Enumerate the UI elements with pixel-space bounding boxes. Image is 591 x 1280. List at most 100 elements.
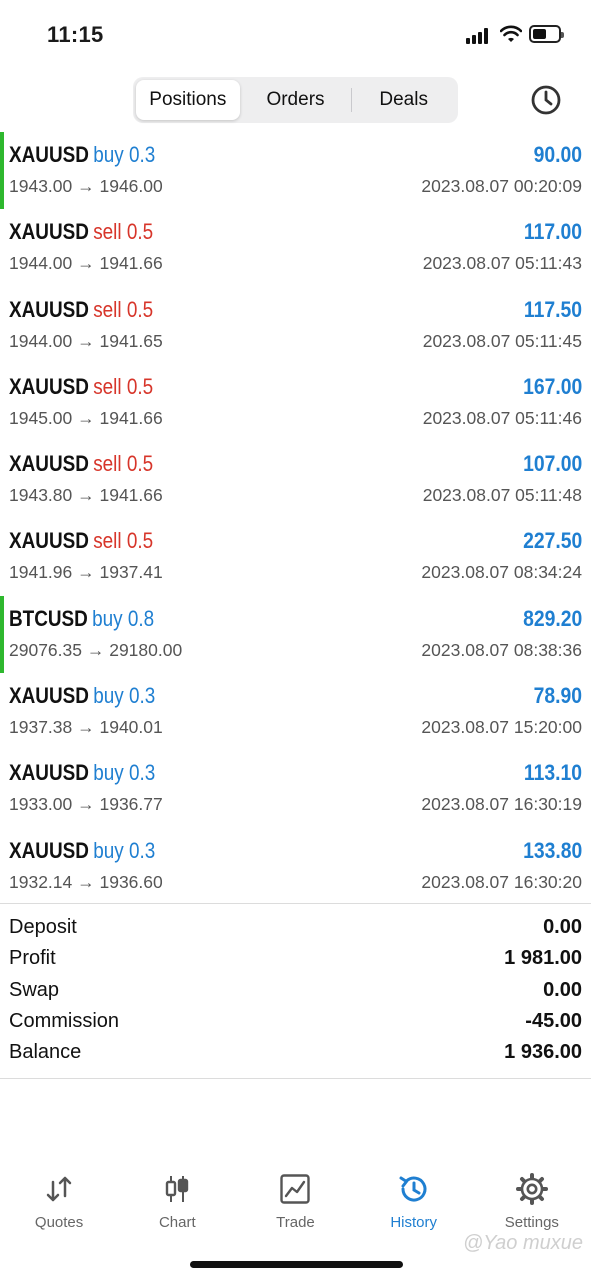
- tab-quotes-label: Quotes: [34, 1214, 84, 1231]
- tab-trade-label: Trade: [276, 1214, 315, 1231]
- tab-history[interactable]: History: [355, 1165, 473, 1235]
- wifi-icon: [500, 25, 522, 42]
- trade-title: XAUUSD sell 0.5: [9, 374, 153, 400]
- trade-profit: 829.20: [522, 605, 582, 631]
- trade-row[interactable]: XAUUSD sell 0.5 1943.80 → 1941.66 107.00 202…: [0, 441, 591, 518]
- tab-quotes[interactable]: Quotes: [0, 1165, 118, 1235]
- summary-label: Swap: [9, 978, 60, 1001]
- trade-row[interactable]: XAUUSD buy 0.3 1933.00 → 1936.77 113.10 2023…: [0, 750, 591, 827]
- history-icon: [399, 1176, 427, 1202]
- tab-trade[interactable]: Trade: [236, 1165, 354, 1235]
- trade-symbol: XAUUSD: [9, 837, 89, 863]
- trade-symbol: BTCUSD: [9, 605, 88, 631]
- trade-prices: 1932.14 → 1936.60: [9, 871, 163, 892]
- tab-orders[interactable]: Orders: [240, 80, 352, 120]
- trade-profit: 227.50: [522, 528, 582, 554]
- trade-side: buy 0.3: [93, 142, 156, 167]
- trade-symbol: XAUUSD: [9, 373, 89, 399]
- trade-row[interactable]: XAUUSD buy 0.3 1943.00 → 1946.00 90.00 2023.…: [0, 132, 591, 209]
- trade-symbol: XAUUSD: [9, 219, 89, 245]
- trade-title: XAUUSD buy 0.3: [9, 683, 155, 709]
- tab-deals[interactable]: Deals: [352, 80, 455, 120]
- trade-side: sell 0.5: [93, 373, 154, 399]
- chart-icon: [166, 1176, 189, 1202]
- trade-row[interactable]: XAUUSD sell 0.5 1944.00 → 1941.65 117.50 202…: [0, 287, 591, 364]
- trade-side: buy 0.3: [93, 760, 156, 786]
- trade-side: sell 0.5: [93, 528, 154, 554]
- trade-time: 2023.08.07 08:34:24: [421, 562, 582, 583]
- trade-list: XAUUSD buy 0.3 1943.00 → 1946.00 90.00 2023.…: [0, 132, 591, 905]
- trade-symbol: XAUUSD: [9, 760, 89, 786]
- trade-symbol: XAUUSD: [9, 451, 89, 477]
- trade-title: XAUUSD sell 0.5: [9, 297, 153, 323]
- trade-title: XAUUSD buy 0.3: [9, 142, 155, 168]
- trade-row[interactable]: XAUUSD buy 0.3 1937.38 → 1940.01 78.90 2023.…: [0, 673, 591, 750]
- history-segmented-control: Positions Orders Deals: [133, 77, 458, 123]
- summary-row-deposit: Deposit 0.00: [0, 914, 591, 945]
- trade-profit: 133.80: [522, 837, 582, 863]
- trade-prices: 1933.00 → 1936.77: [9, 794, 163, 815]
- summary-value: 0.00: [543, 916, 582, 938]
- trade-profit: 117.50: [523, 296, 582, 322]
- tab-settings[interactable]: Settings: [473, 1165, 591, 1235]
- trade-row[interactable]: BTCUSD buy 0.8 29076.35 → 29180.00 829.20 20…: [0, 595, 591, 673]
- trade-row[interactable]: XAUUSD sell 0.5 1945.00 → 1941.66 167.00 202…: [0, 364, 591, 441]
- trade-profit: 90.00: [533, 142, 582, 167]
- summary-label: Balance: [9, 1041, 82, 1064]
- summary-value: 0.00: [543, 978, 582, 1001]
- trade-time: 2023.08.07 05:11:48: [422, 485, 582, 506]
- trade-time: 2023.08.07 16:30:20: [421, 871, 582, 892]
- trade-side: buy 0.8: [92, 605, 155, 631]
- tab-positions[interactable]: Positions: [136, 80, 240, 120]
- trade-time: 2023.08.07 05:11:45: [422, 330, 582, 351]
- trade-time: 2023.08.07 16:30:19: [421, 794, 582, 815]
- quotes-icon: [46, 1176, 72, 1202]
- trade-time: 2023.08.07 00:20:09: [421, 176, 582, 196]
- trade-row[interactable]: XAUUSD buy 0.3 1932.14 → 1936.60 133.80 2023…: [0, 828, 591, 905]
- trade-prices: 1944.00 → 1941.65: [9, 330, 163, 351]
- trade-prices: 1943.80 → 1941.66: [9, 485, 163, 506]
- summary-value: 1 936.00: [504, 1041, 582, 1064]
- trade-title: XAUUSD sell 0.5: [9, 219, 153, 245]
- trade-symbol: XAUUSD: [9, 296, 89, 322]
- trade-time: 2023.08.07 15:20:00: [421, 717, 582, 738]
- trade-prices: 1944.00 → 1941.66: [9, 253, 163, 274]
- watermark: @Yao muxue: [463, 1232, 583, 1254]
- summary-value: 1 981.00: [504, 947, 582, 970]
- trade-side: sell 0.5: [93, 296, 154, 322]
- summary-row-profit: Profit 1 981.00: [0, 945, 591, 976]
- trade-title: XAUUSD sell 0.5: [9, 528, 153, 554]
- trade-prices: 1941.96 → 1937.41: [9, 562, 163, 583]
- tab-chart[interactable]: Chart: [118, 1165, 236, 1235]
- trade-row[interactable]: XAUUSD sell 0.5 1941.96 → 1937.41 227.50 202…: [0, 518, 591, 595]
- trade-prices: 1937.38 → 1940.01: [9, 717, 163, 738]
- trade-time: 2023.08.07 05:11:46: [422, 407, 582, 428]
- period-clock-icon[interactable]: [529, 83, 563, 117]
- open-marker: [0, 132, 4, 209]
- trade-profit: 113.10: [523, 760, 582, 786]
- trade-row[interactable]: XAUUSD sell 0.5 1944.00 → 1941.66 117.00 202…: [0, 209, 591, 286]
- trade-title: XAUUSD sell 0.5: [9, 451, 153, 477]
- trade-profit: 117.00: [523, 219, 582, 245]
- trade-title: XAUUSD buy 0.3: [9, 760, 155, 786]
- trade-title: XAUUSD buy 0.3: [9, 838, 155, 864]
- summary-label: Commission: [9, 1009, 120, 1032]
- summary-label: Deposit: [9, 916, 77, 938]
- trade-symbol: XAUUSD: [9, 528, 89, 554]
- trade-icon: [280, 1174, 311, 1204]
- cellular-signal-icon: [466, 28, 492, 44]
- summary-value: -45.00: [525, 1009, 582, 1032]
- trade-side: buy 0.3: [93, 837, 156, 863]
- trade-symbol: XAUUSD: [9, 142, 89, 167]
- tab-settings-label: Settings: [504, 1214, 559, 1231]
- tab-history-label: History: [390, 1214, 437, 1231]
- trade-profit: 167.00: [522, 373, 582, 399]
- summary-panel: Deposit 0.00 Profit 1 981.00 Swap 0.00 Commiss…: [0, 903, 591, 1080]
- battery-icon: [529, 25, 564, 43]
- trade-time: 2023.08.07 08:38:36: [421, 639, 582, 660]
- trade-side: buy 0.3: [93, 683, 156, 709]
- trade-prices: 1945.00 → 1941.66: [9, 407, 163, 428]
- settings-icon: [515, 1173, 548, 1205]
- home-indicator[interactable]: [190, 1261, 403, 1268]
- trade-profit: 107.00: [522, 451, 582, 477]
